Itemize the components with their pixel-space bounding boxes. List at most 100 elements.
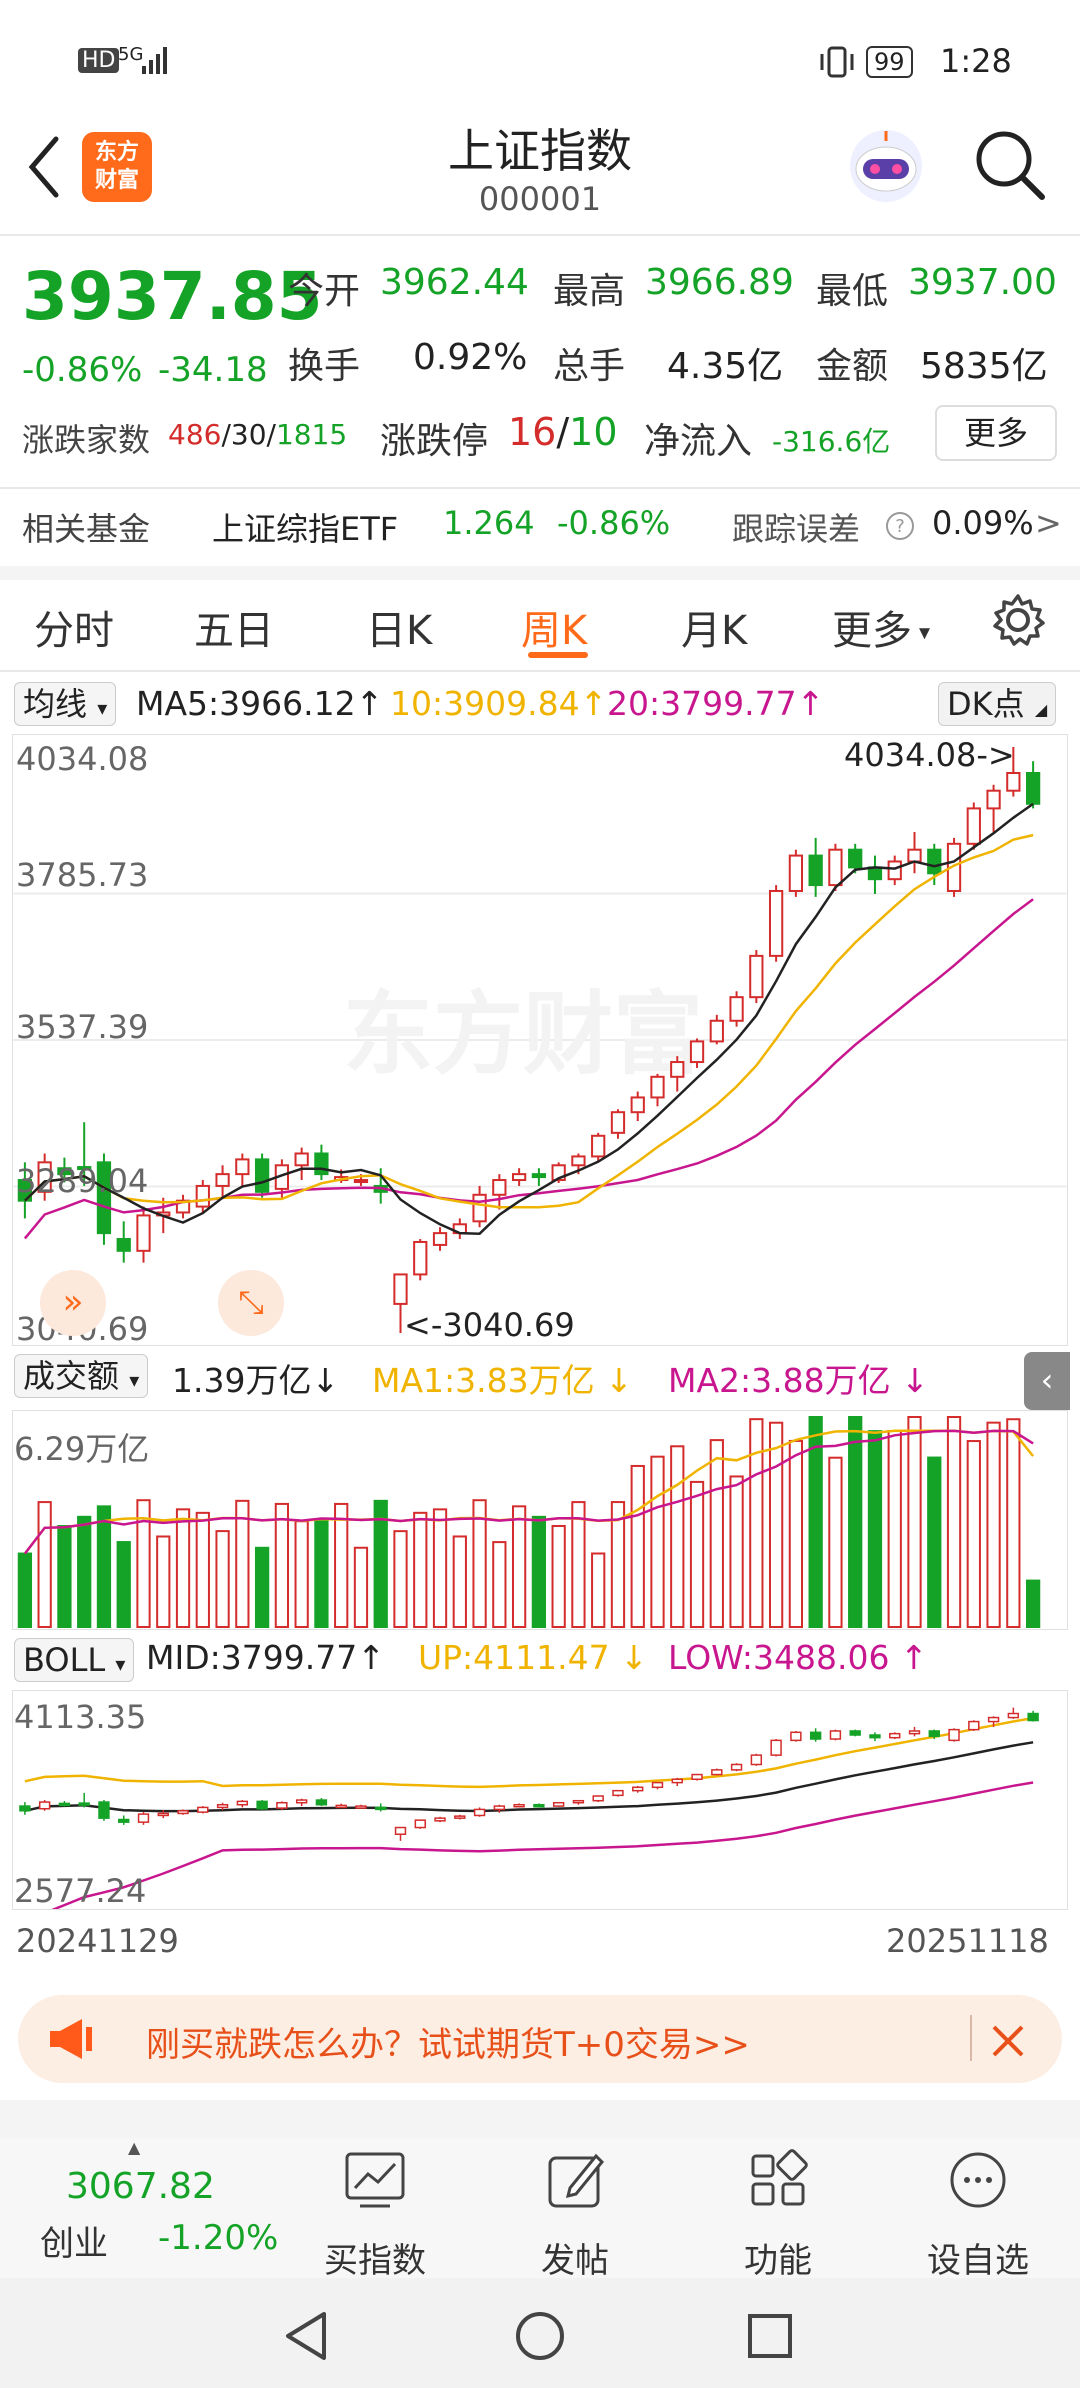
boll-candle-body	[295, 1799, 308, 1804]
boll-candle-body	[157, 1812, 169, 1817]
limit-label: 涨跌停	[380, 421, 489, 462]
volume-bar	[749, 1418, 764, 1629]
tab-monthly-k[interactable]: 月K	[681, 598, 747, 656]
volume-label: 总手	[553, 346, 626, 387]
boll-candle-body	[968, 1720, 980, 1731]
boll-candle-body	[78, 1802, 90, 1806]
chevron-right-icon[interactable]: >	[1035, 504, 1062, 542]
boll-candle-body	[632, 1786, 644, 1792]
volume-bar	[156, 1535, 171, 1628]
candle-body	[788, 854, 804, 892]
min-price-marker: <-3040.69	[404, 1306, 575, 1344]
double-chevron-icon[interactable]: »	[40, 1270, 106, 1336]
fund-name[interactable]: 上证综指ETF	[212, 504, 398, 550]
boll-candle-body	[375, 1806, 387, 1811]
candle-body	[749, 954, 764, 999]
chinext-price[interactable]: 3067.82	[66, 2166, 215, 2207]
volume-bar	[452, 1535, 467, 1628]
netflow-label: 净流入	[644, 421, 753, 462]
boll-select[interactable]: BOLL ▾	[14, 1638, 135, 1682]
close-icon[interactable]	[988, 2021, 1028, 2061]
ma20-legend: 20:3799.77↑	[607, 684, 825, 723]
boll-candle-body	[98, 1801, 110, 1819]
netflow-value: -316.6亿	[772, 425, 891, 458]
volume-bar	[709, 1439, 724, 1629]
buy-index-button[interactable]: 买指数	[300, 2138, 450, 2281]
functions-button[interactable]: 功能	[703, 2138, 853, 2281]
watermark: 东方财富	[343, 982, 703, 1087]
breadth-label: 涨跌家数	[22, 421, 151, 459]
buy-index-label: 买指数	[324, 2241, 426, 2281]
add-watchlist-label: 设自选	[927, 2241, 1029, 2281]
related-fund-label: 相关基金	[22, 510, 151, 548]
chinext-name[interactable]: 创业	[40, 2216, 108, 2265]
more-button[interactable]: 更多	[935, 405, 1057, 461]
candle-body	[729, 996, 744, 1022]
home-circle-icon[interactable]	[514, 2310, 566, 2362]
candle-body	[630, 1096, 645, 1114]
candle-body	[215, 1173, 230, 1187]
chinext-change[interactable]: -1.20%	[158, 2218, 278, 2258]
boll-y-top: 4113.35	[14, 1698, 147, 1736]
boll-candle-body	[829, 1730, 842, 1740]
status-bar: HD 5G 99 1:28	[0, 0, 1080, 105]
tab-more[interactable]: 更多 ▾	[832, 598, 930, 656]
boll-candle-body	[335, 1804, 347, 1809]
banner-text: 刚买就跌怎么办？试试期货T+0交易>>	[146, 2025, 750, 2065]
back-triangle-icon[interactable]	[282, 2310, 332, 2362]
candle-body	[887, 860, 902, 881]
volume-value: 4.35亿	[667, 346, 784, 387]
open-label: 今开	[288, 271, 361, 312]
volume-bar	[867, 1430, 883, 1628]
tab-daily-k[interactable]: 日K	[366, 598, 432, 656]
tab-intraday[interactable]: 分时	[34, 598, 114, 656]
candle-body	[610, 1111, 626, 1134]
search-icon[interactable]	[972, 127, 1048, 203]
kline-chart[interactable]: 东方财富	[13, 735, 1067, 1345]
boll-candle-body	[928, 1730, 940, 1738]
candle-body	[709, 1019, 724, 1043]
open-value: 3962.44	[380, 262, 529, 303]
settings-gear-icon[interactable]	[990, 592, 1046, 648]
turnover-value: 0.92%	[413, 337, 528, 378]
volume-bar	[551, 1524, 566, 1628]
candle-body	[768, 889, 784, 957]
boll-candle-body	[216, 1803, 229, 1809]
grid-apps-icon	[751, 2149, 808, 2206]
volume-bar	[432, 1508, 448, 1628]
volume-bar	[57, 1525, 72, 1628]
boll-candle-body	[691, 1773, 703, 1781]
boll-candle-body	[177, 1810, 189, 1815]
volume-bar	[788, 1439, 804, 1628]
robot-avatar-icon[interactable]	[845, 125, 927, 207]
edit-icon	[548, 2153, 605, 2208]
volume-bar	[650, 1455, 665, 1628]
promo-banner[interactable]: 刚买就跌怎么办？试试期货T+0交易>>	[18, 1995, 1062, 2083]
candle-body	[432, 1232, 448, 1246]
up-caret-icon: ▲	[128, 2138, 141, 2157]
help-icon[interactable]: ?	[884, 510, 916, 542]
kline-chart-frame[interactable]: 东方财富	[12, 734, 1068, 1346]
candle-body	[511, 1173, 527, 1182]
volume-bar	[768, 1421, 784, 1628]
candle-body	[314, 1152, 329, 1176]
candle-body	[136, 1214, 151, 1252]
boll-low: LOW:3488.06 ↑	[668, 1638, 928, 1677]
volume-select[interactable]: 成交额 ▾	[14, 1354, 149, 1398]
candle-body	[670, 1061, 685, 1078]
volume-bar	[689, 1480, 705, 1628]
add-watchlist-button[interactable]: 设自选	[903, 2138, 1053, 2281]
boll-candle-body	[671, 1778, 683, 1784]
tab-weekly-k[interactable]: 周K	[521, 598, 587, 656]
clock: 1:28	[940, 42, 1012, 80]
boll-candle-body	[19, 1805, 31, 1812]
dk-point-button[interactable]: DK点 ◢	[938, 682, 1057, 726]
tab-five-day[interactable]: 五日	[194, 598, 274, 656]
ma-select[interactable]: 均线 ▾	[14, 682, 117, 726]
recents-square-icon[interactable]	[746, 2312, 794, 2360]
post-button[interactable]: 发帖	[500, 2138, 650, 2281]
collapse-panel-icon[interactable]: ‹	[1024, 1352, 1070, 1410]
volume-bar	[907, 1416, 922, 1628]
boll-mid: MID:3799.77↑	[146, 1638, 385, 1677]
expand-icon[interactable]: ⤡	[218, 1270, 284, 1336]
